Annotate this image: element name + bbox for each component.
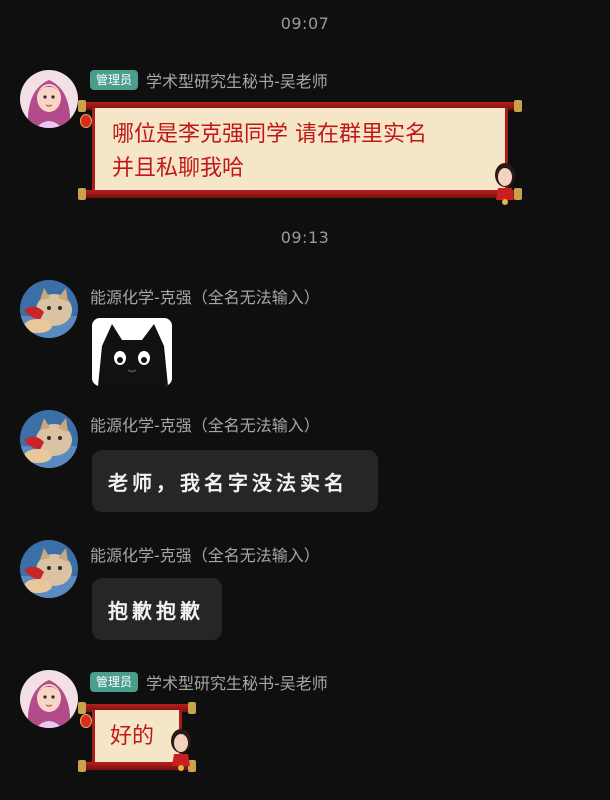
teacher-avatar-icon (20, 70, 78, 128)
cat-avatar-icon (20, 280, 78, 338)
mini-face-icon (495, 163, 515, 205)
sender-line: 能源化学-克强（全名无法输入） (90, 412, 320, 436)
admin-badge: 管理员 (90, 672, 139, 692)
admin-badge: 管理员 (90, 70, 139, 90)
avatar-teacher[interactable] (20, 670, 78, 728)
lantern-icon (80, 714, 92, 728)
timestamp: 09:13 (280, 228, 330, 247)
message-text: 好的 (110, 724, 155, 749)
avatar-student[interactable] (20, 540, 78, 598)
scroll-message-bubble[interactable]: 哪位是李克强同学 请在群里实名 并且私聊我哈 (78, 100, 522, 205)
sender-line: 管理员 学术型研究生秘书-吴老师 (90, 68, 328, 92)
message-text: 抱歉抱歉 (108, 598, 204, 623)
message-text-line-2: 并且私聊我哈 (112, 156, 245, 181)
scroll-bottom-rod (78, 188, 522, 200)
teacher-avatar-icon (20, 670, 78, 728)
black-cat-icon (92, 318, 172, 386)
sender-name: 学术型研究生秘书-吴老师 (146, 674, 328, 693)
message-text: 老师，我名字没法实名 (108, 470, 348, 495)
sender-name: 能源化学-克强（全名无法输入） (90, 288, 320, 307)
message-bubble[interactable]: 老师，我名字没法实名 (92, 450, 378, 512)
lantern-icon (80, 114, 92, 128)
mini-face-icon (171, 729, 191, 771)
avatar-teacher[interactable] (20, 70, 78, 128)
cat-avatar-icon (20, 410, 78, 468)
sender-name: 能源化学-克强（全名无法输入） (90, 546, 320, 565)
message-text-line-1: 哪位是李克强同学 请在群里实名 (112, 122, 427, 147)
sender-line: 能源化学-克强（全名无法输入） (90, 542, 320, 566)
sender-line: 能源化学-克强（全名无法输入） (90, 284, 320, 308)
black-cat-sticker[interactable] (92, 318, 172, 386)
timestamp: 09:07 (280, 14, 330, 33)
sender-name: 能源化学-克强（全名无法输入） (90, 416, 320, 435)
sender-name: 学术型研究生秘书-吴老师 (146, 72, 328, 91)
scroll-message-bubble[interactable]: 好的 (78, 702, 196, 772)
sender-line: 管理员 学术型研究生秘书-吴老师 (90, 670, 328, 694)
cat-avatar-icon (20, 540, 78, 598)
message-bubble[interactable]: 抱歉抱歉 (92, 578, 222, 640)
avatar-student[interactable] (20, 280, 78, 338)
avatar-student[interactable] (20, 410, 78, 468)
